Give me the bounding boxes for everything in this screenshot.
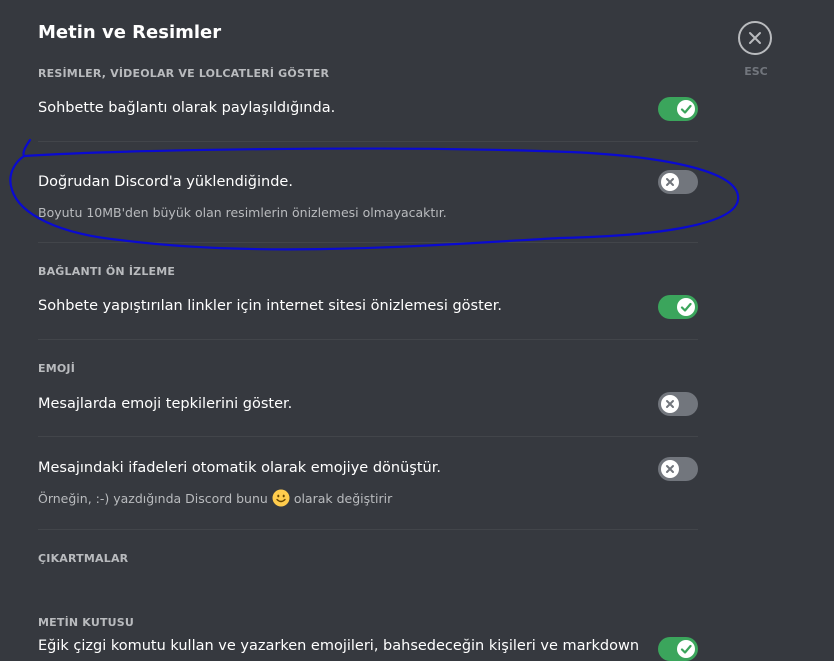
toggle-emoji-convert[interactable] bbox=[658, 457, 698, 481]
close-button[interactable] bbox=[738, 21, 772, 55]
toggle-knob bbox=[661, 395, 679, 413]
setting-label-link-images: Sohbette bağlantı olarak paylaşıldığında… bbox=[38, 100, 336, 116]
x-icon bbox=[666, 400, 674, 408]
section-header-emoji: EMOJİ bbox=[38, 362, 75, 375]
divider bbox=[38, 436, 698, 437]
setting-label-emoji-reactions: Mesajlarda emoji tepkilerini göster. bbox=[38, 396, 293, 412]
toggle-knob bbox=[661, 173, 679, 191]
page-title: Metin ve Resimler bbox=[38, 22, 222, 43]
toggle-knob bbox=[677, 298, 695, 316]
checkmark-icon bbox=[680, 302, 692, 312]
x-icon bbox=[666, 465, 674, 473]
setting-label-link-preview: Sohbete yapıştırılan linkler için intern… bbox=[38, 298, 502, 314]
toggle-knob bbox=[661, 460, 679, 478]
setting-label-upload-images: Doğrudan Discord'a yüklendiğinde. bbox=[38, 174, 293, 190]
checkmark-icon bbox=[680, 644, 692, 654]
checkmark-icon bbox=[680, 104, 692, 114]
esc-label: ESC bbox=[744, 65, 768, 78]
toggle-link-images[interactable] bbox=[658, 97, 698, 121]
toggle-knob bbox=[677, 640, 695, 658]
close-icon bbox=[749, 32, 761, 44]
toggle-knob bbox=[677, 100, 695, 118]
toggle-upload-images[interactable] bbox=[658, 170, 698, 194]
setting-label-emoji-convert: Mesajındaki ifadeleri otomatik olarak em… bbox=[38, 460, 441, 476]
divider bbox=[38, 141, 698, 142]
setting-label-slash-commands: Eğik çizgi komutu kullan ve yazarken emo… bbox=[38, 638, 640, 654]
section-header-stickers: ÇIKARTMALAR bbox=[38, 552, 129, 565]
toggle-link-preview[interactable] bbox=[658, 295, 698, 319]
toggle-emoji-reactions[interactable] bbox=[658, 392, 698, 416]
x-icon bbox=[666, 178, 674, 186]
hand-drawn-highlight-ellipse bbox=[9, 138, 740, 251]
section-header-images: RESİMLER, VİDEOLAR VE LOLCATLERİ GÖSTER bbox=[38, 67, 330, 80]
section-header-link-preview: BAĞLANTI ÖN İZLEME bbox=[38, 265, 176, 278]
setting-description-upload-images: Boyutu 10MB'den büyük olan resimlerin ön… bbox=[38, 205, 447, 220]
toggle-slash-commands[interactable] bbox=[658, 637, 698, 661]
divider bbox=[38, 339, 698, 340]
divider bbox=[38, 242, 698, 243]
section-header-textbox: METİN KUTUSU bbox=[38, 616, 135, 629]
divider bbox=[38, 529, 698, 530]
smiley-emoji-icon bbox=[272, 489, 290, 507]
setting-description-emoji-convert: Örneğin, :-) yazdığında Discord bunu ola… bbox=[38, 489, 393, 507]
